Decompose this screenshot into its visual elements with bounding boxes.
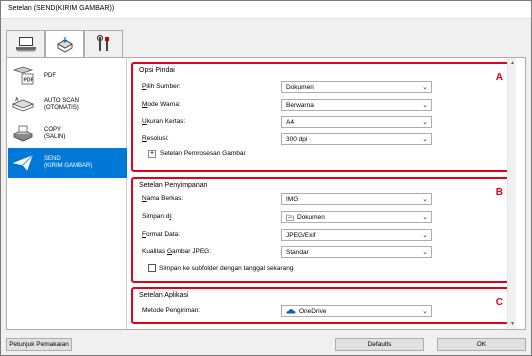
chevron-down-icon: ⌄ — [422, 136, 428, 143]
chevron-down-icon: ⌄ — [422, 196, 428, 203]
data-format-dropdown[interactable]: JPEG/Exif ⌄ — [281, 229, 432, 241]
section-letter: C — [495, 297, 503, 308]
vertical-scrollbar[interactable]: ▲ ▼ — [507, 58, 516, 329]
file-name-combo[interactable]: IMG ⌄ — [281, 193, 432, 205]
resolution-label: Resolusi: — [142, 135, 169, 142]
jpeg-quality-row: Kualitas Gambar JPEG: Standar ⌄ — [142, 246, 442, 259]
sidebar-item-label: COPY — [44, 127, 62, 133]
settings-content: Opsi Pindai A Pilih Sumber: Dokumen ⌄ Mod… — [128, 58, 516, 329]
paper-size-row: Ukuran Kertas: A4 ⌄ — [142, 116, 442, 129]
chevron-down-icon: ⌄ — [422, 84, 428, 91]
title-bar: Setelan (SEND(KIRIM GAMBAR)) — [1, 1, 531, 19]
select-source-dropdown[interactable]: Dokumen ⌄ — [281, 81, 432, 93]
section-title: Setelan Aplikasi — [139, 292, 189, 299]
jpeg-quality-dropdown[interactable]: Standar ⌄ — [281, 246, 432, 258]
app-settings-section: Setelan Aplikasi C Metode Pengiriman: On… — [131, 287, 515, 324]
save-settings-section: Setelan Penyimpanan B Nama Berkas: IMG ⌄ … — [131, 177, 515, 283]
send-method-label: Metode Pengiriman: — [142, 307, 201, 314]
select-source-label: Pilih Sumber: — [142, 83, 181, 90]
scan-options-section: Opsi Pindai A Pilih Sumber: Dokumen ⌄ Mod… — [131, 62, 515, 172]
send-method-row: Metode Pengiriman: OneDrive ⌄ — [142, 305, 442, 318]
svg-text:PDF: PDF — [24, 78, 34, 84]
resolution-row: Resolusi: 300 dpi ⌄ — [142, 133, 442, 146]
sidebar-item-label: PDF — [44, 72, 56, 79]
sidebar-item-pdf[interactable]: PDF PDF — [8, 61, 127, 91]
save-in-dropdown[interactable]: Dokumen ⌄ — [281, 211, 432, 223]
subfolder-checkbox[interactable] — [148, 264, 156, 272]
tab-scan-from-computer[interactable] — [6, 30, 45, 57]
subfolder-checkbox-label: Simpan ke subfolder dengan tanggal sekar… — [159, 264, 294, 272]
scroll-down-icon[interactable]: ▼ — [509, 321, 516, 327]
auto-scan-icon: A — [11, 97, 35, 112]
color-mode-row: Mode Warna: Berwarna ⌄ — [142, 99, 442, 112]
settings-panel: PDF PDF A AUTO SCAN (OTOMATIS) COPY (SAL… — [6, 57, 526, 330]
chevron-down-icon: ⌄ — [422, 249, 428, 256]
sidebar-item-sublabel: (OTOMATIS) — [44, 105, 79, 111]
svg-text:A: A — [15, 97, 19, 103]
data-format-label: Format Data: — [142, 231, 180, 238]
sidebar-item-send[interactable]: SEND (KIRIM GAMBAR) — [8, 148, 127, 178]
pdf-icon: PDF — [12, 66, 34, 85]
settings-window: Setelan (SEND(KIRIM GAMBAR)) PDF PDF A A… — [0, 0, 532, 356]
chevron-down-icon: ⌄ — [422, 232, 428, 239]
tab-scan-from-panel[interactable] — [45, 30, 84, 58]
chevron-down-icon: ⌄ — [422, 214, 428, 221]
resolution-dropdown[interactable]: 300 dpi ⌄ — [281, 133, 432, 145]
file-name-row: Nama Berkas: IMG ⌄ — [142, 193, 442, 206]
send-icon — [12, 155, 33, 171]
section-letter: B — [495, 187, 503, 198]
defaults-button[interactable]: Defaults — [335, 338, 424, 351]
color-mode-dropdown[interactable]: Berwarna ⌄ — [281, 99, 432, 111]
data-format-row: Format Data: JPEG/Exif ⌄ — [142, 229, 442, 242]
sidebar-item-label: SEND — [44, 156, 61, 162]
copy-icon — [13, 125, 33, 142]
paper-size-label: Ukuran Kertas: — [142, 118, 186, 125]
jpeg-quality-label: Kualitas Gambar JPEG: — [142, 248, 212, 255]
onedrive-icon — [286, 309, 296, 314]
plus-icon: + — [148, 149, 156, 158]
chevron-down-icon: ⌄ — [422, 119, 428, 126]
file-name-label: Nama Berkas: — [142, 195, 184, 202]
select-source-row: Pilih Sumber: Dokumen ⌄ — [142, 81, 442, 94]
paper-size-dropdown[interactable]: A4 ⌄ — [281, 116, 432, 128]
sidebar-item-sublabel: (SALIN) — [44, 134, 66, 140]
sidebar-item-copy[interactable]: COPY (SALIN) — [8, 119, 127, 149]
sidebar: PDF PDF A AUTO SCAN (OTOMATIS) COPY (SAL… — [7, 58, 127, 329]
image-processing-label: Setelan Pemrosesan Gambar — [160, 150, 246, 157]
section-title: Setelan Penyimpanan — [139, 182, 208, 189]
window-title: Setelan (SEND(KIRIM GAMBAR)) — [8, 5, 115, 12]
section-title: Opsi Pindai — [139, 67, 175, 74]
sidebar-item-sublabel: (KIRIM GAMBAR) — [44, 163, 93, 169]
save-in-label: Simpan di: — [142, 213, 173, 220]
sidebar-item-label: AUTO SCAN — [44, 98, 79, 104]
scroll-up-icon[interactable]: ▲ — [509, 60, 516, 66]
send-method-dropdown[interactable]: OneDrive ⌄ — [281, 305, 432, 317]
color-mode-label: Mode Warna: — [142, 101, 181, 108]
sidebar-item-auto-scan[interactable]: A AUTO SCAN (OTOMATIS) — [8, 90, 127, 120]
tab-general-settings[interactable] — [84, 30, 123, 57]
chevron-down-icon: ⌄ — [422, 308, 428, 315]
scanner-panel-icon — [56, 36, 73, 53]
computer-icon — [15, 37, 36, 52]
tools-icon — [96, 35, 109, 51]
folder-icon — [286, 214, 294, 221]
chevron-down-icon: ⌄ — [422, 102, 428, 109]
subfolder-checkbox-row[interactable]: Simpan ke subfolder dengan tanggal sekar… — [148, 264, 293, 272]
save-in-row: Simpan di: Dokumen ⌄ — [142, 211, 442, 224]
section-letter: A — [495, 72, 503, 83]
image-processing-expander[interactable]: + Setelan Pemrosesan Gambar — [148, 148, 246, 159]
manual-button[interactable]: Petunjuk Pemakaian — [6, 338, 72, 351]
ok-button[interactable]: OK — [437, 338, 526, 351]
